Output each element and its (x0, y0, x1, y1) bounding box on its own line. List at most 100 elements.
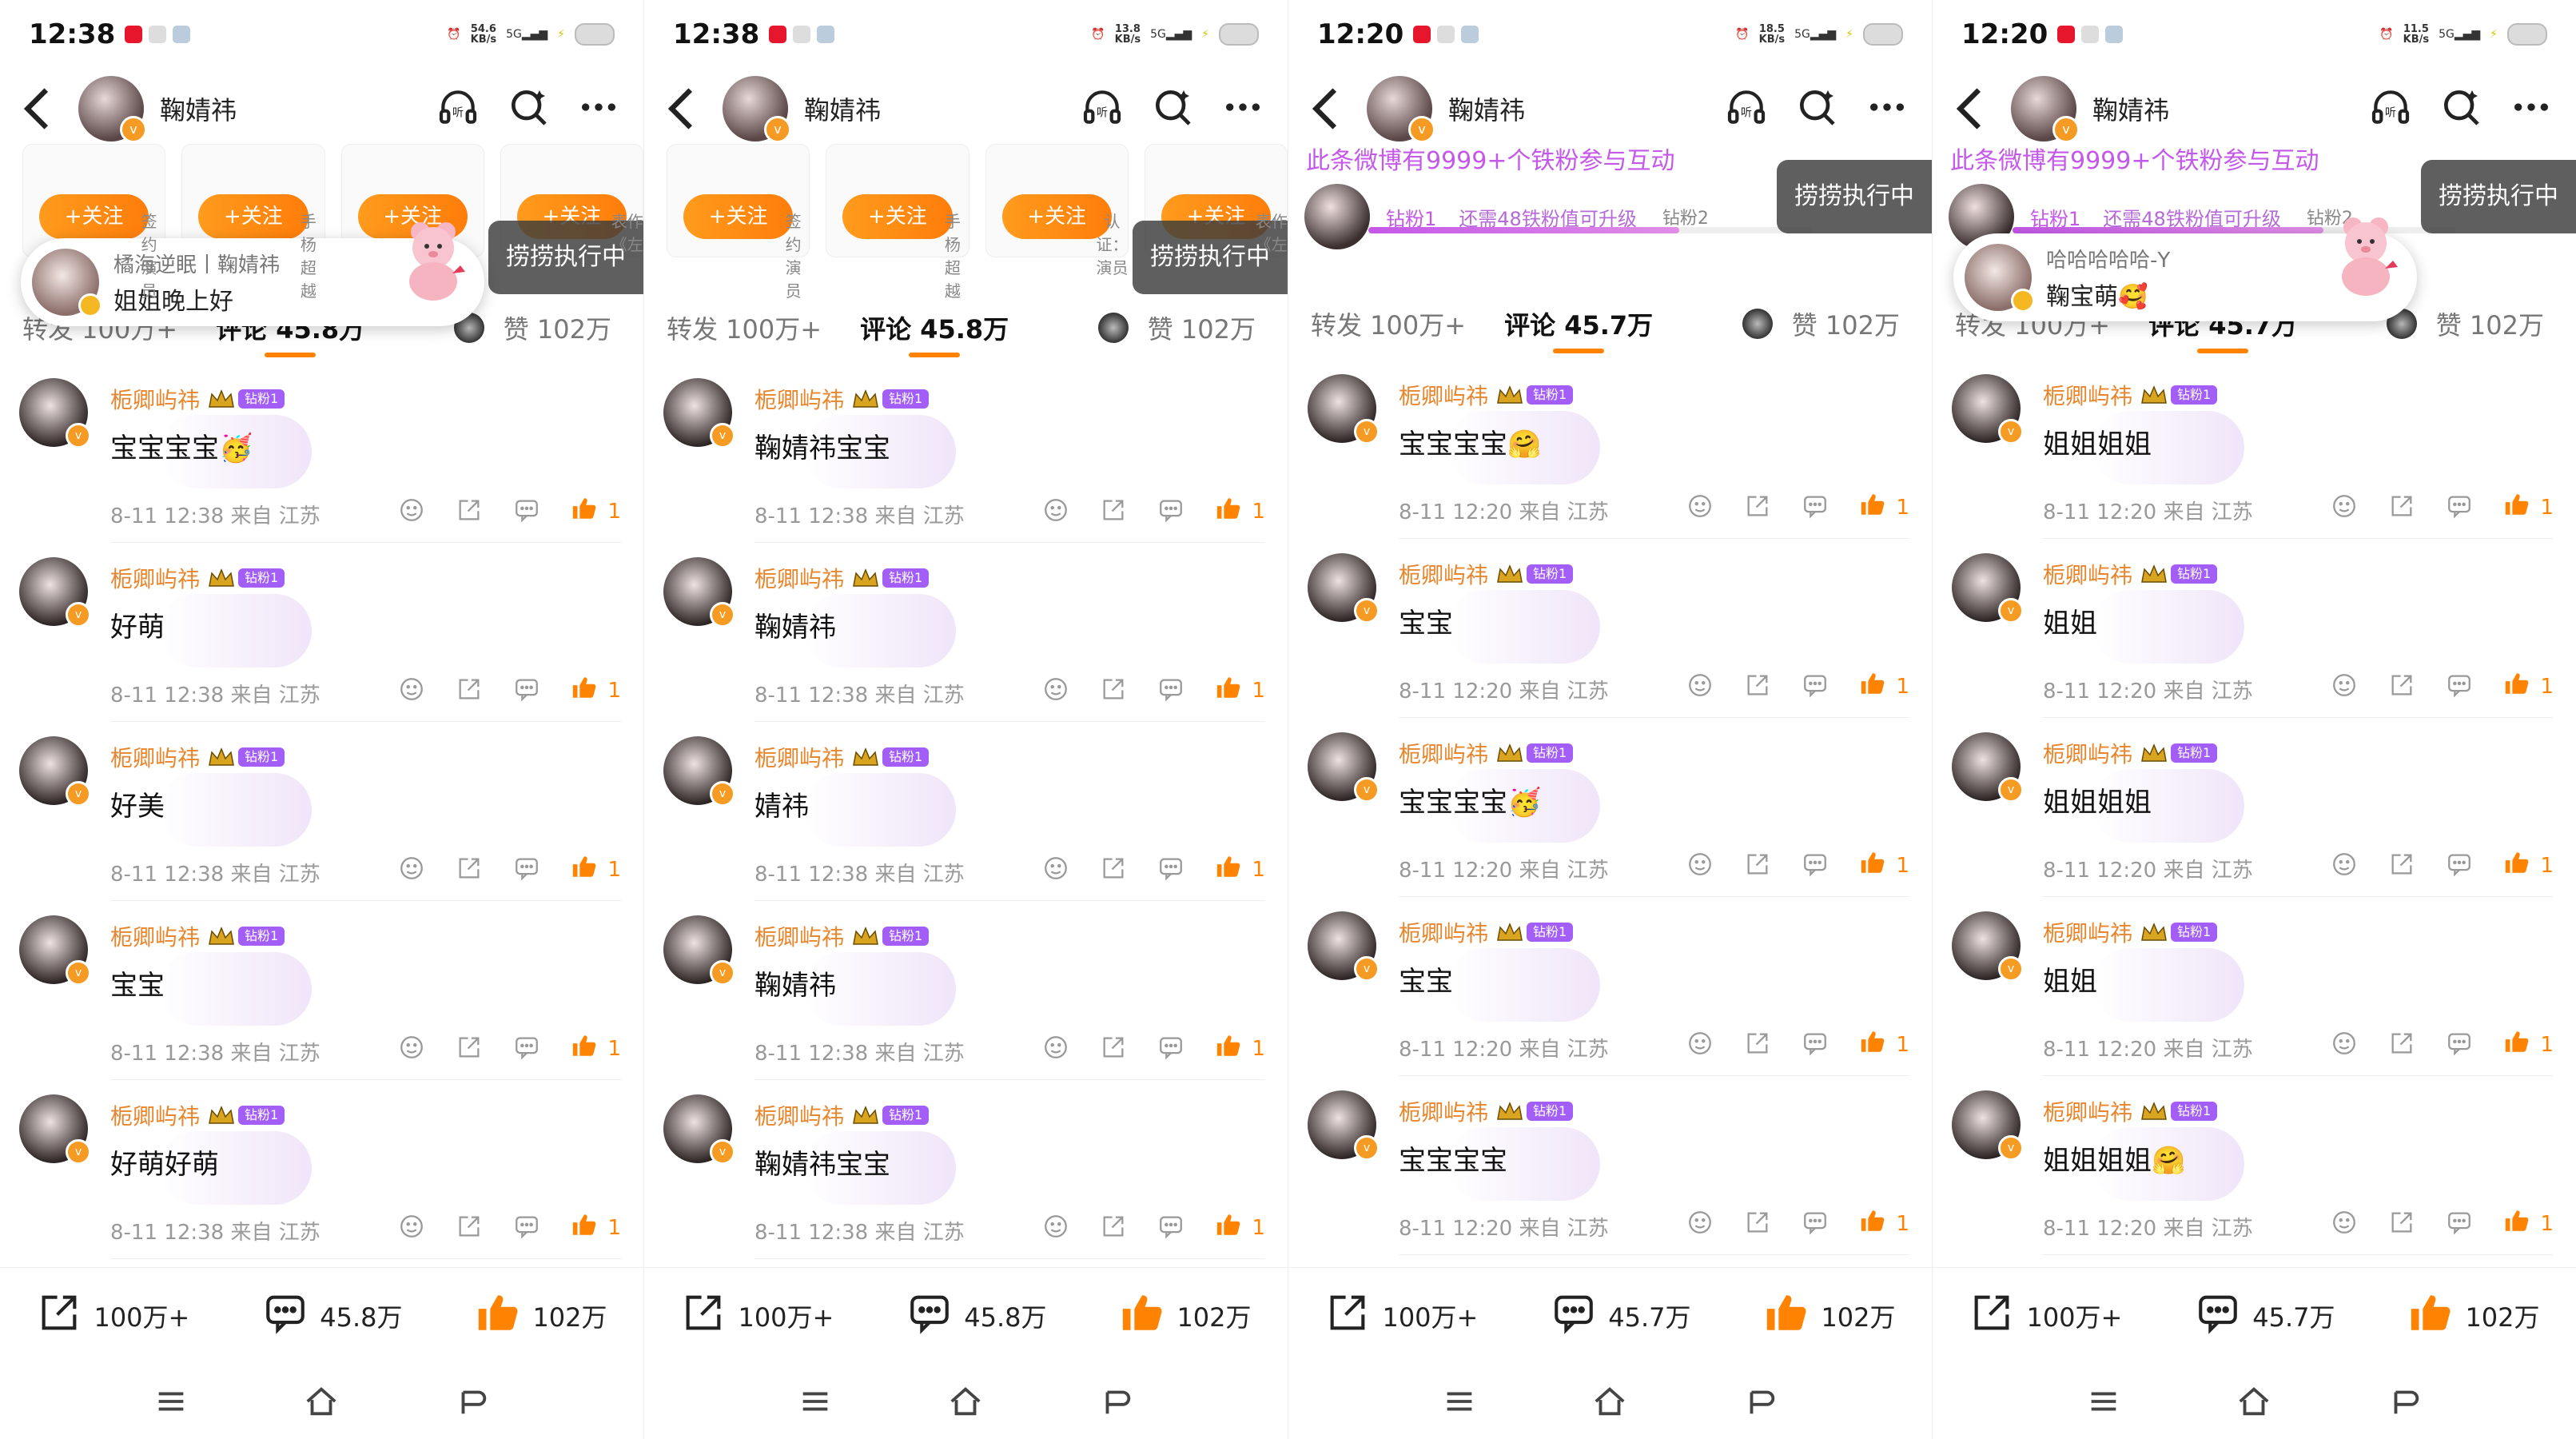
commenter-avatar[interactable]: v (663, 378, 735, 448)
reply-icon[interactable] (1157, 1213, 1184, 1243)
emoji-icon[interactable] (1042, 496, 1069, 527)
commenter-name[interactable]: 栀卿屿祎 (2043, 737, 2132, 769)
commenter-name[interactable]: 栀卿屿祎 (110, 383, 200, 415)
comment-item[interactable]: v 栀卿屿祎 钻粉1 鞠婧祎 8-11 12:38 来自 江苏 1 (644, 901, 1288, 1080)
comment-like-button[interactable]: 1 (1215, 1032, 1265, 1065)
share-icon[interactable] (2388, 851, 2415, 881)
commenter-avatar[interactable]: v (1952, 374, 2024, 444)
comment-item[interactable]: v 栀卿屿祎 钻粉1 姐姐 8-11 12:20 来自 江苏 1 (1933, 539, 2576, 718)
comment-item[interactable]: v 栀卿屿祎 钻粉1 鞠婧祎宝宝 8-11 12:38 来自 江苏 1 (644, 1080, 1288, 1259)
repost-button[interactable]: 100万+ (1969, 1290, 2122, 1342)
commenter-name[interactable]: 栀卿屿祎 (754, 741, 844, 773)
tab-comments[interactable]: 评论 45.8万 (860, 309, 1009, 357)
back-icon[interactable] (11, 81, 67, 137)
nav-back-icon[interactable] (1098, 1383, 1135, 1423)
search-icon[interactable] (2439, 85, 2483, 133)
reply-icon[interactable] (2446, 1209, 2473, 1239)
reply-icon[interactable] (2446, 851, 2473, 881)
tab-likes[interactable]: 赞 102万 (1742, 305, 1900, 342)
reply-icon[interactable] (513, 1034, 540, 1064)
emoji-icon[interactable] (1042, 855, 1069, 885)
author-name[interactable]: 鞠婧祎 (1448, 90, 1525, 127)
back-icon[interactable] (1300, 81, 1356, 137)
commenter-name[interactable]: 栀卿屿祎 (754, 1099, 844, 1131)
share-icon[interactable] (1100, 676, 1127, 706)
search-icon[interactable] (1150, 85, 1195, 133)
emoji-icon[interactable] (1686, 851, 1714, 881)
comment-like-button[interactable]: 1 (2503, 1028, 2554, 1061)
listen-icon[interactable]: 听 (436, 85, 480, 133)
listen-icon[interactable]: 听 (1724, 85, 1769, 133)
home-icon[interactable] (2236, 1383, 2272, 1423)
follow-button[interactable]: +关注 (683, 194, 794, 239)
author-name[interactable]: 鞠婧祎 (160, 90, 237, 127)
comment-item[interactable]: v 栀卿屿祎 钻粉1 好萌 8-11 12:38 来自 江苏 1 (0, 543, 643, 722)
nav-back-icon[interactable] (2387, 1383, 2423, 1423)
comment-like-button[interactable]: 1 (1859, 1028, 1909, 1061)
emoji-icon[interactable] (398, 1213, 425, 1243)
share-icon[interactable] (2388, 492, 2415, 523)
tab-likes[interactable]: 赞 102万 (453, 309, 611, 346)
comment-button[interactable]: 45.7万 (2195, 1290, 2335, 1342)
repost-button[interactable]: 100万+ (680, 1290, 834, 1342)
recent-apps-icon[interactable] (797, 1383, 834, 1423)
comment-like-button[interactable]: 1 (2503, 849, 2554, 882)
tab-repost[interactable]: 转发 100万+ (667, 309, 822, 346)
share-icon[interactable] (1744, 672, 1771, 702)
commenter-name[interactable]: 栀卿屿祎 (2043, 558, 2132, 590)
share-icon[interactable] (1100, 1213, 1127, 1243)
comment-button[interactable]: 45.8万 (906, 1290, 1047, 1342)
back-icon[interactable] (655, 81, 711, 137)
auto-task-status[interactable]: 捞捞执行中 (1777, 160, 1932, 233)
reply-icon[interactable] (1157, 1034, 1184, 1064)
reply-icon[interactable] (1802, 672, 1829, 702)
comment-like-button[interactable]: 1 (1215, 853, 1265, 886)
author-avatar[interactable]: v (2011, 76, 2080, 143)
like-button[interactable]: 102万 (1119, 1290, 1252, 1342)
reply-icon[interactable] (1157, 855, 1184, 885)
recent-apps-icon[interactable] (1441, 1383, 1478, 1423)
reply-icon[interactable] (1802, 492, 1829, 523)
commenter-avatar[interactable]: v (1952, 732, 2024, 803)
listen-icon[interactable]: 听 (2368, 85, 2413, 133)
commenter-avatar[interactable]: v (1308, 1090, 1380, 1161)
comment-item[interactable]: v 栀卿屿祎 钻粉1 婧祎 8-11 12:38 来自 江苏 1 (644, 722, 1288, 901)
emoji-icon[interactable] (1042, 1034, 1069, 1064)
comment-item[interactable]: v 栀卿屿祎 钻粉1 宝宝 8-11 12:38 来自 江苏 1 (0, 901, 643, 1080)
more-icon[interactable] (1865, 85, 1909, 133)
emoji-icon[interactable] (2331, 1030, 2358, 1060)
commenter-avatar[interactable]: v (1952, 553, 2024, 624)
reply-icon[interactable] (1802, 851, 1829, 881)
commenter-name[interactable]: 栀卿屿祎 (110, 741, 200, 773)
tab-repost[interactable]: 转发 100万+ (1311, 305, 1466, 342)
share-icon[interactable] (1100, 1034, 1127, 1064)
listen-icon[interactable]: 听 (1080, 85, 1125, 133)
comment-like-button[interactable]: 1 (571, 853, 621, 886)
floating-comment-popup[interactable]: 哈哈哈哈哈-Y 鞠宝萌🥰 (1953, 217, 2417, 321)
commenter-avatar[interactable]: v (1308, 374, 1380, 444)
share-icon[interactable] (456, 496, 483, 527)
comment-like-button[interactable]: 1 (2503, 491, 2554, 524)
commenter-avatar[interactable]: v (19, 915, 91, 986)
emoji-icon[interactable] (1042, 676, 1069, 706)
comment-like-button[interactable]: 1 (1215, 495, 1265, 528)
share-icon[interactable] (456, 1213, 483, 1243)
reply-icon[interactable] (2446, 1030, 2473, 1060)
emoji-icon[interactable] (398, 855, 425, 885)
author-name[interactable]: 鞠婧祎 (2092, 90, 2169, 127)
comment-like-button[interactable]: 1 (1859, 491, 1909, 524)
share-icon[interactable] (1100, 855, 1127, 885)
reply-icon[interactable] (513, 676, 540, 706)
commenter-name[interactable]: 栀卿屿祎 (110, 1099, 200, 1131)
emoji-icon[interactable] (398, 1034, 425, 1064)
commenter-name[interactable]: 栀卿屿祎 (1399, 737, 1488, 769)
commenter-name[interactable]: 栀卿屿祎 (1399, 379, 1488, 411)
emoji-icon[interactable] (2331, 492, 2358, 523)
comment-item[interactable]: v 栀卿屿祎 钻粉1 鞠婧祎宝宝 8-11 12:38 来自 江苏 1 (644, 364, 1288, 543)
reply-icon[interactable] (513, 496, 540, 527)
author-avatar[interactable]: v (1367, 76, 1435, 143)
comment-item[interactable]: v 栀卿屿祎 钻粉1 宝宝宝宝🤗 8-11 12:20 来自 江苏 1 (1288, 360, 1932, 539)
comment-item[interactable]: v 栀卿屿祎 钻粉1 姐姐 8-11 12:20 来自 江苏 1 (1933, 897, 2576, 1076)
commenter-avatar[interactable]: v (1952, 1090, 2024, 1161)
home-icon[interactable] (303, 1383, 340, 1423)
